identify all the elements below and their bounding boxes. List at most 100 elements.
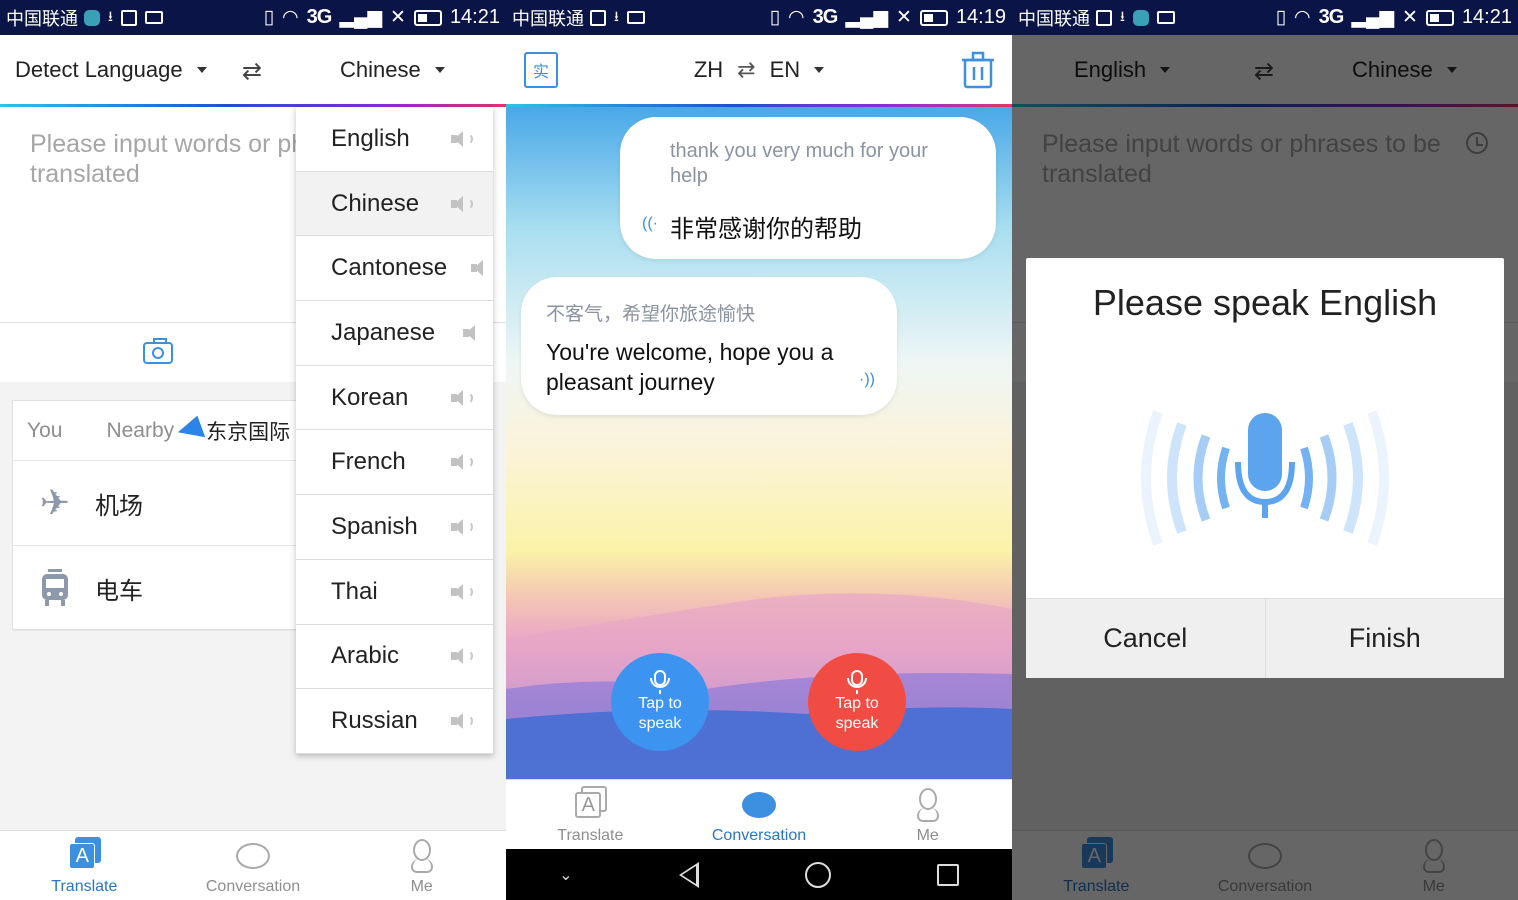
clock: 14:19 — [955, 6, 1006, 28]
app-notification-icon — [84, 9, 100, 26]
finish-button[interactable]: Finish — [1264, 599, 1504, 678]
speaker-icon[interactable] — [451, 648, 473, 665]
chevron-down-icon — [434, 67, 445, 73]
message-translation-text: 非常感谢你的帮助 — [670, 215, 862, 243]
tab-me[interactable]: Me — [337, 831, 506, 900]
you-tab[interactable]: You — [27, 419, 62, 443]
language-option-label: English — [331, 124, 410, 152]
language-option-cantonese[interactable]: Cantonese — [296, 236, 493, 302]
language-option-spanish[interactable]: Spanish — [296, 495, 493, 560]
language-option-chinese[interactable]: Chinese — [296, 171, 493, 237]
sound-wave-icon[interactable]: ·)) — [859, 371, 875, 389]
signal-icon: ▂▄▆ — [339, 7, 383, 28]
microphone-icon — [650, 670, 670, 694]
network-type: 3G — [812, 6, 839, 28]
tab-conversation[interactable]: Conversation — [169, 831, 338, 900]
mountain-illustration — [506, 593, 1012, 779]
speaker-icon[interactable] — [451, 130, 473, 147]
speaker-icon[interactable] — [451, 454, 473, 471]
microphone-icon — [847, 670, 867, 694]
language-pair-select[interactable]: ZH ⇄ EN — [506, 57, 1012, 83]
cancel-button[interactable]: Cancel — [1026, 599, 1265, 678]
language-option-french[interactable]: French — [296, 430, 493, 496]
location-arrow-icon — [174, 415, 206, 446]
language-option-korean[interactable]: Korean — [296, 366, 493, 431]
hide-nav-icon[interactable]: ⌄ — [559, 865, 572, 885]
download-icon: ⭳ — [1120, 7, 1125, 24]
carrier-label: 中国联通 — [512, 8, 584, 30]
recents-icon[interactable] — [936, 863, 959, 886]
battery-icon — [919, 9, 948, 26]
language-option-label: Cantonese — [331, 254, 448, 282]
nearby-tab[interactable]: Nearby — [106, 419, 174, 443]
image-notification-icon — [590, 9, 606, 26]
system-nav-bar: ⌄ — [506, 849, 1012, 900]
speaker-icon[interactable] — [471, 260, 483, 277]
swap-icon[interactable]: ⇄ — [737, 57, 755, 83]
voice-input-dialog: Please speak English Cancel Finish — [1026, 258, 1504, 678]
chevron-down-icon — [814, 67, 825, 73]
language-option-russian[interactable]: Russian — [296, 689, 493, 754]
nearby-item-tram[interactable]: 电车 — [13, 546, 311, 631]
nearby-item-airport[interactable]: ✈ 机场 — [13, 461, 311, 546]
chat-bubble-icon — [742, 792, 776, 818]
speaker-icon[interactable] — [451, 713, 473, 730]
speak-button-english[interactable]: Tap to speak — [808, 653, 906, 751]
camera-icon[interactable] — [143, 337, 173, 364]
carrier-label: 中国联通 — [1018, 8, 1090, 30]
home-icon[interactable] — [804, 861, 831, 888]
speaker-icon[interactable] — [451, 389, 473, 406]
translate-icon: A — [69, 837, 102, 871]
vibrate-icon: ▯ — [1275, 7, 1287, 28]
battery-icon — [413, 9, 442, 26]
keyboard-icon — [626, 11, 645, 24]
screen-translate-language-menu: 中国联通 ⭳ ▯ ◠ 3G ▂▄▆ ✕ 14:21 Detect Languag… — [0, 0, 506, 900]
language-option-thai[interactable]: Thai — [296, 560, 493, 625]
nearby-card: You Nearby 东京国际 ✈ 机场 电车 — [12, 400, 312, 631]
swap-languages-icon[interactable]: ⇄ — [242, 57, 262, 86]
speaker-icon[interactable] — [451, 195, 473, 212]
tram-icon — [35, 568, 75, 608]
tab-me[interactable]: Me — [843, 780, 1012, 849]
screen-voice-input-dialog: 中国联通 ⭳ ▯ ◠ 3G ▂▄▆ ✕ 14:21 English ⇄ Chin… — [1012, 0, 1518, 900]
message-source-text: 不客气，希望你旅途愉快 — [546, 303, 756, 325]
network-type: 3G — [306, 6, 333, 28]
back-icon[interactable] — [678, 861, 699, 888]
tab-translate[interactable]: A Translate — [506, 780, 675, 849]
vibrate-icon: ▯ — [263, 7, 275, 28]
screen-conversation: 中国联通 ⭳ ▯ ◠ 3G ▂▄▆ ✕ 14:19 实 ZH ⇄ EN than… — [506, 0, 1012, 900]
tab-label: Me — [410, 878, 433, 895]
language-option-label: Spanish — [331, 512, 418, 540]
chat-bubble-icon — [236, 843, 270, 869]
language-option-label: Korean — [331, 383, 409, 411]
speak-button-chinese[interactable]: Tap to speak — [611, 653, 709, 751]
sound-wave-icon[interactable]: ((· — [642, 215, 658, 233]
tab-translate[interactable]: A Translate — [0, 831, 169, 900]
image-notification-icon — [120, 9, 137, 26]
tab-label: Me — [916, 827, 939, 844]
to-language: EN — [769, 57, 801, 82]
target-language-select[interactable]: Chinese — [340, 57, 445, 83]
keyboard-icon — [144, 11, 163, 24]
signal-icon: ▂▄▆ — [1351, 7, 1395, 28]
tab-label: Conversation — [205, 878, 301, 895]
trash-icon[interactable] — [962, 51, 994, 89]
language-option-arabic[interactable]: Arabic — [296, 625, 493, 690]
nearby-item-label: 电车 — [95, 576, 143, 605]
bottom-tab-bar: A Translate Conversation Me — [0, 830, 506, 900]
nearby-header: You Nearby 东京国际 — [13, 401, 311, 461]
language-option-english[interactable]: English — [296, 107, 493, 172]
location-name: 东京国际 — [206, 419, 291, 444]
battery-icon — [1425, 9, 1454, 26]
speaker-icon[interactable] — [451, 518, 473, 535]
wifi-icon: ◠ — [1294, 7, 1311, 28]
language-option-label: Japanese — [331, 318, 436, 346]
source-language-select[interactable]: Detect Language — [15, 57, 207, 83]
tab-conversation[interactable]: Conversation — [675, 780, 844, 849]
language-option-japanese[interactable]: Japanese — [296, 301, 493, 366]
speaker-icon[interactable] — [463, 324, 479, 341]
speaker-icon[interactable] — [451, 583, 473, 600]
status-bar: 中国联通 ⭳ ▯ ◠ 3G ▂▄▆ ✕ 14:21 — [0, 0, 506, 35]
person-icon — [916, 788, 939, 822]
message-translation-text: You're welcome, hope you a pleasant jour… — [546, 339, 834, 395]
